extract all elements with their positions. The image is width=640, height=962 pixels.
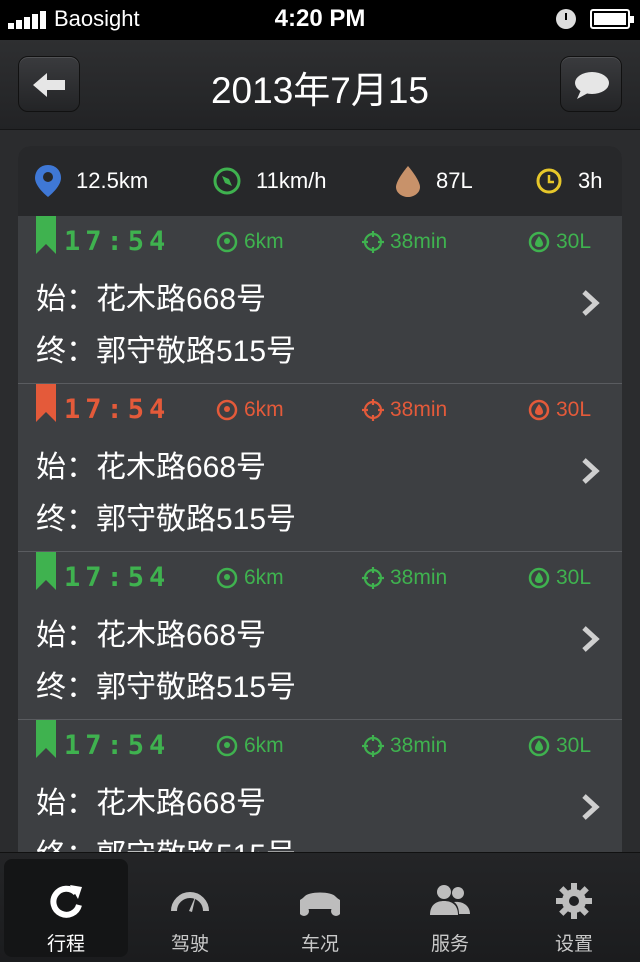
trip-card: 12.5km 11km/h 87L 3h 17:54 6km 38min 30L… — [18, 146, 622, 866]
refresh-icon — [50, 885, 82, 918]
chevron-right-icon — [582, 626, 600, 652]
tab-bar: 行程 驾驶 车况 服务 设置 — [0, 852, 640, 962]
trip-start-time: 17:54 — [64, 226, 171, 257]
trip-fuel: 30L — [528, 396, 591, 424]
chevron-right-icon — [582, 794, 600, 820]
fuel-drop-icon — [396, 166, 420, 197]
trip-end-address: 终：郭守敬路515号 — [36, 503, 297, 536]
trip-start-address: 始：花木路668号 — [36, 283, 267, 316]
summary-speed-value: 11km/h — [256, 168, 327, 193]
speedometer-icon — [171, 892, 209, 912]
trip-row[interactable]: 17:54 6km 38min 30L 始：花木路668号 终：郭守敬路515号 — [18, 384, 622, 552]
alarm-icon — [556, 9, 576, 29]
fuel-drop-icon — [528, 231, 550, 253]
trip-start-time: 17:54 — [64, 562, 171, 593]
trip-summary: 12.5km 11km/h 87L 3h — [18, 146, 622, 216]
trip-duration: 38min — [362, 396, 447, 424]
trip-duration: 38min — [362, 732, 447, 760]
tab-label: 车况 — [300, 934, 339, 955]
trip-row[interactable]: 17:54 6km 38min 30L 始：花木路668号 终：郭守敬路515号 — [18, 552, 622, 720]
trip-fuel: 30L — [528, 564, 591, 592]
chat-button[interactable] — [560, 56, 622, 112]
trip-duration: 38min — [362, 564, 447, 592]
tab-label: 服务 — [430, 934, 469, 955]
fuel-drop-icon — [528, 399, 550, 421]
car-icon — [300, 892, 340, 916]
distance-pin-icon — [216, 735, 238, 757]
status-bar: Baosight 4:20 PM — [0, 0, 640, 40]
users-icon — [430, 885, 470, 915]
trip-start-address: 始：花木路668号 — [36, 619, 267, 652]
status-time: 4:20 PM — [274, 5, 366, 32]
distance-pin-icon — [216, 399, 238, 421]
tab-label: 驾驶 — [170, 934, 209, 955]
trip-distance: 6km — [216, 228, 284, 256]
battery-icon — [590, 9, 634, 29]
bookmark-flag-icon — [36, 216, 56, 254]
trip-end-address: 终：郭守敬路515号 — [36, 671, 297, 704]
summary-time: 3h — [534, 146, 602, 216]
summary-fuel: 87L — [394, 146, 473, 216]
summary-time-value: 3h — [578, 168, 603, 193]
summary-distance: 12.5km — [34, 146, 148, 216]
trip-start-address: 始：花木路668号 — [36, 787, 267, 820]
distance-pin-icon — [216, 231, 238, 253]
crosshair-timer-icon — [362, 231, 384, 253]
clock-icon — [536, 168, 562, 194]
crosshair-timer-icon — [362, 567, 384, 589]
tab-driving[interactable]: 驾驶 — [128, 859, 252, 957]
crosshair-timer-icon — [362, 399, 384, 421]
summary-distance-value: 12.5km — [76, 168, 149, 193]
speed-gauge-icon — [213, 167, 241, 195]
trip-start-time: 17:54 — [64, 730, 171, 761]
chevron-right-icon — [582, 458, 600, 484]
trip-distance: 6km — [216, 732, 284, 760]
trip-fuel: 30L — [528, 228, 591, 256]
crosshair-timer-icon — [362, 735, 384, 757]
bookmark-flag-icon — [36, 720, 56, 758]
back-button[interactable] — [18, 56, 80, 112]
nav-bar: 2013年7月15 — [0, 40, 640, 130]
tab-vehicle-status[interactable]: 车况 — [258, 859, 382, 957]
trip-row[interactable]: 17:54 6km 38min 30L 始：花木路668号 终：郭守敬路515号 — [18, 216, 622, 384]
summary-fuel-value: 87L — [436, 168, 473, 193]
trip-end-address: 终：郭守敬路515号 — [36, 335, 297, 368]
fuel-drop-icon — [528, 567, 550, 589]
distance-pin-icon — [216, 567, 238, 589]
trip-start-address: 始：花木路668号 — [36, 451, 267, 484]
page-title: 2013年7月15 — [210, 70, 430, 111]
location-pin-icon — [35, 165, 61, 197]
tab-label: 设置 — [554, 934, 593, 955]
bookmark-flag-icon — [36, 552, 56, 590]
trip-duration: 38min — [362, 228, 447, 256]
tab-services[interactable]: 服务 — [388, 859, 512, 957]
fuel-drop-icon — [528, 735, 550, 757]
bookmark-flag-icon — [36, 384, 56, 422]
trip-distance: 6km — [216, 396, 284, 424]
back-arrow-icon — [33, 73, 65, 97]
gear-icon — [556, 883, 592, 919]
app-screen: Baosight 4:20 PM 2013年7月15 12.5km 11km/h… — [0, 0, 640, 962]
chat-bubble-icon — [575, 72, 609, 99]
tab-label: 行程 — [46, 934, 85, 955]
trip-distance: 6km — [216, 564, 284, 592]
summary-speed: 11km/h — [212, 146, 327, 216]
chevron-right-icon — [582, 290, 600, 316]
trip-start-time: 17:54 — [64, 394, 171, 425]
tab-trips[interactable]: 行程 — [4, 859, 128, 957]
trip-row[interactable]: 17:54 6km 38min 30L 始：花木路668号 终：郭守敬路515号 — [18, 720, 622, 866]
trip-fuel: 30L — [528, 732, 591, 760]
tab-settings[interactable]: 设置 — [512, 859, 636, 957]
